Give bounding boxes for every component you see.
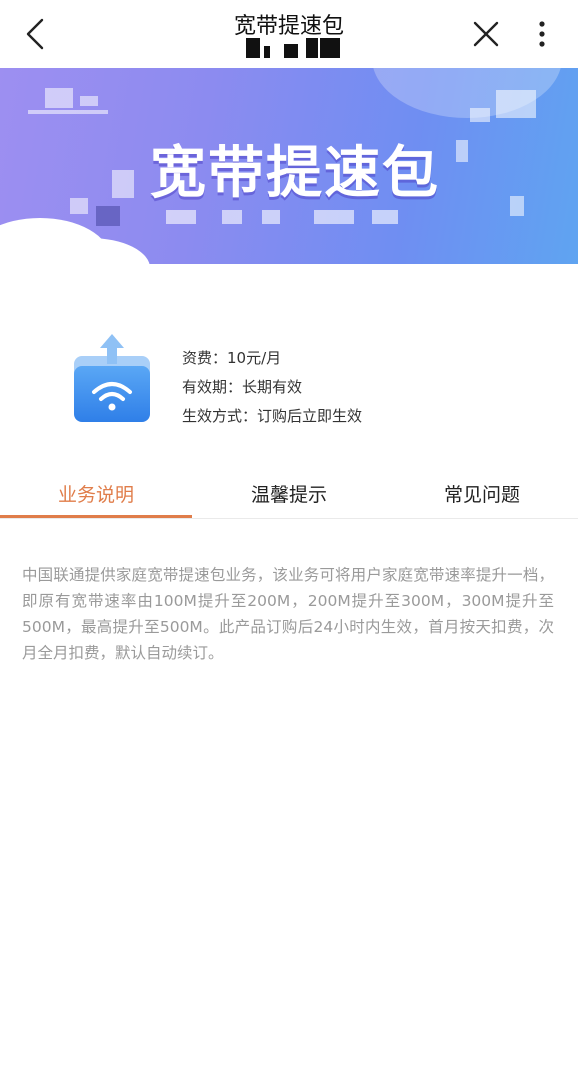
masked-decoration <box>70 198 88 214</box>
masked-decoration <box>96 206 120 226</box>
more-options-button[interactable] <box>530 16 554 52</box>
close-button[interactable] <box>470 18 502 50</box>
masked-logo <box>45 88 73 108</box>
tab-friendly-reminder[interactable]: 温馨提示 <box>193 476 385 516</box>
service-description-text: 中国联通提供家庭宽带提速包业务，该业务可将用户家庭宽带速率提升一档，即原有宽带速… <box>22 566 554 662</box>
product-info: 资费：10元/月 有效期：长期有效 生效方式：订购后立即生效 <box>182 344 362 431</box>
more-vertical-icon <box>539 21 545 47</box>
masked-subtitle <box>236 38 346 58</box>
banner-title: 宽带提速包 <box>150 141 440 206</box>
promo-banner: 宽带提速包 <box>0 68 578 264</box>
masked-banner-subtitle <box>166 210 406 224</box>
folder-wifi-icon <box>70 330 154 424</box>
validity-text: 有效期：长期有效 <box>182 378 303 396</box>
masked-logo <box>28 110 108 114</box>
fee-text: 资费：10元/月 <box>182 349 282 367</box>
masked-decoration <box>112 170 134 198</box>
masked-decoration <box>456 140 468 162</box>
close-icon <box>473 21 499 47</box>
masked-decoration <box>496 90 536 118</box>
tab-faq[interactable]: 常见问题 <box>386 476 578 516</box>
activation-text: 生效方式：订购后立即生效 <box>182 407 363 425</box>
top-nav-bar: 宽带提速包 <box>0 0 578 68</box>
active-tab-indicator <box>0 515 192 518</box>
masked-decoration <box>510 196 524 216</box>
masked-logo <box>80 96 98 106</box>
tab-service-description[interactable]: 业务说明 <box>0 476 192 516</box>
masked-decoration <box>470 108 490 122</box>
tab-bar: 业务说明 温馨提示 常见问题 <box>0 476 578 519</box>
